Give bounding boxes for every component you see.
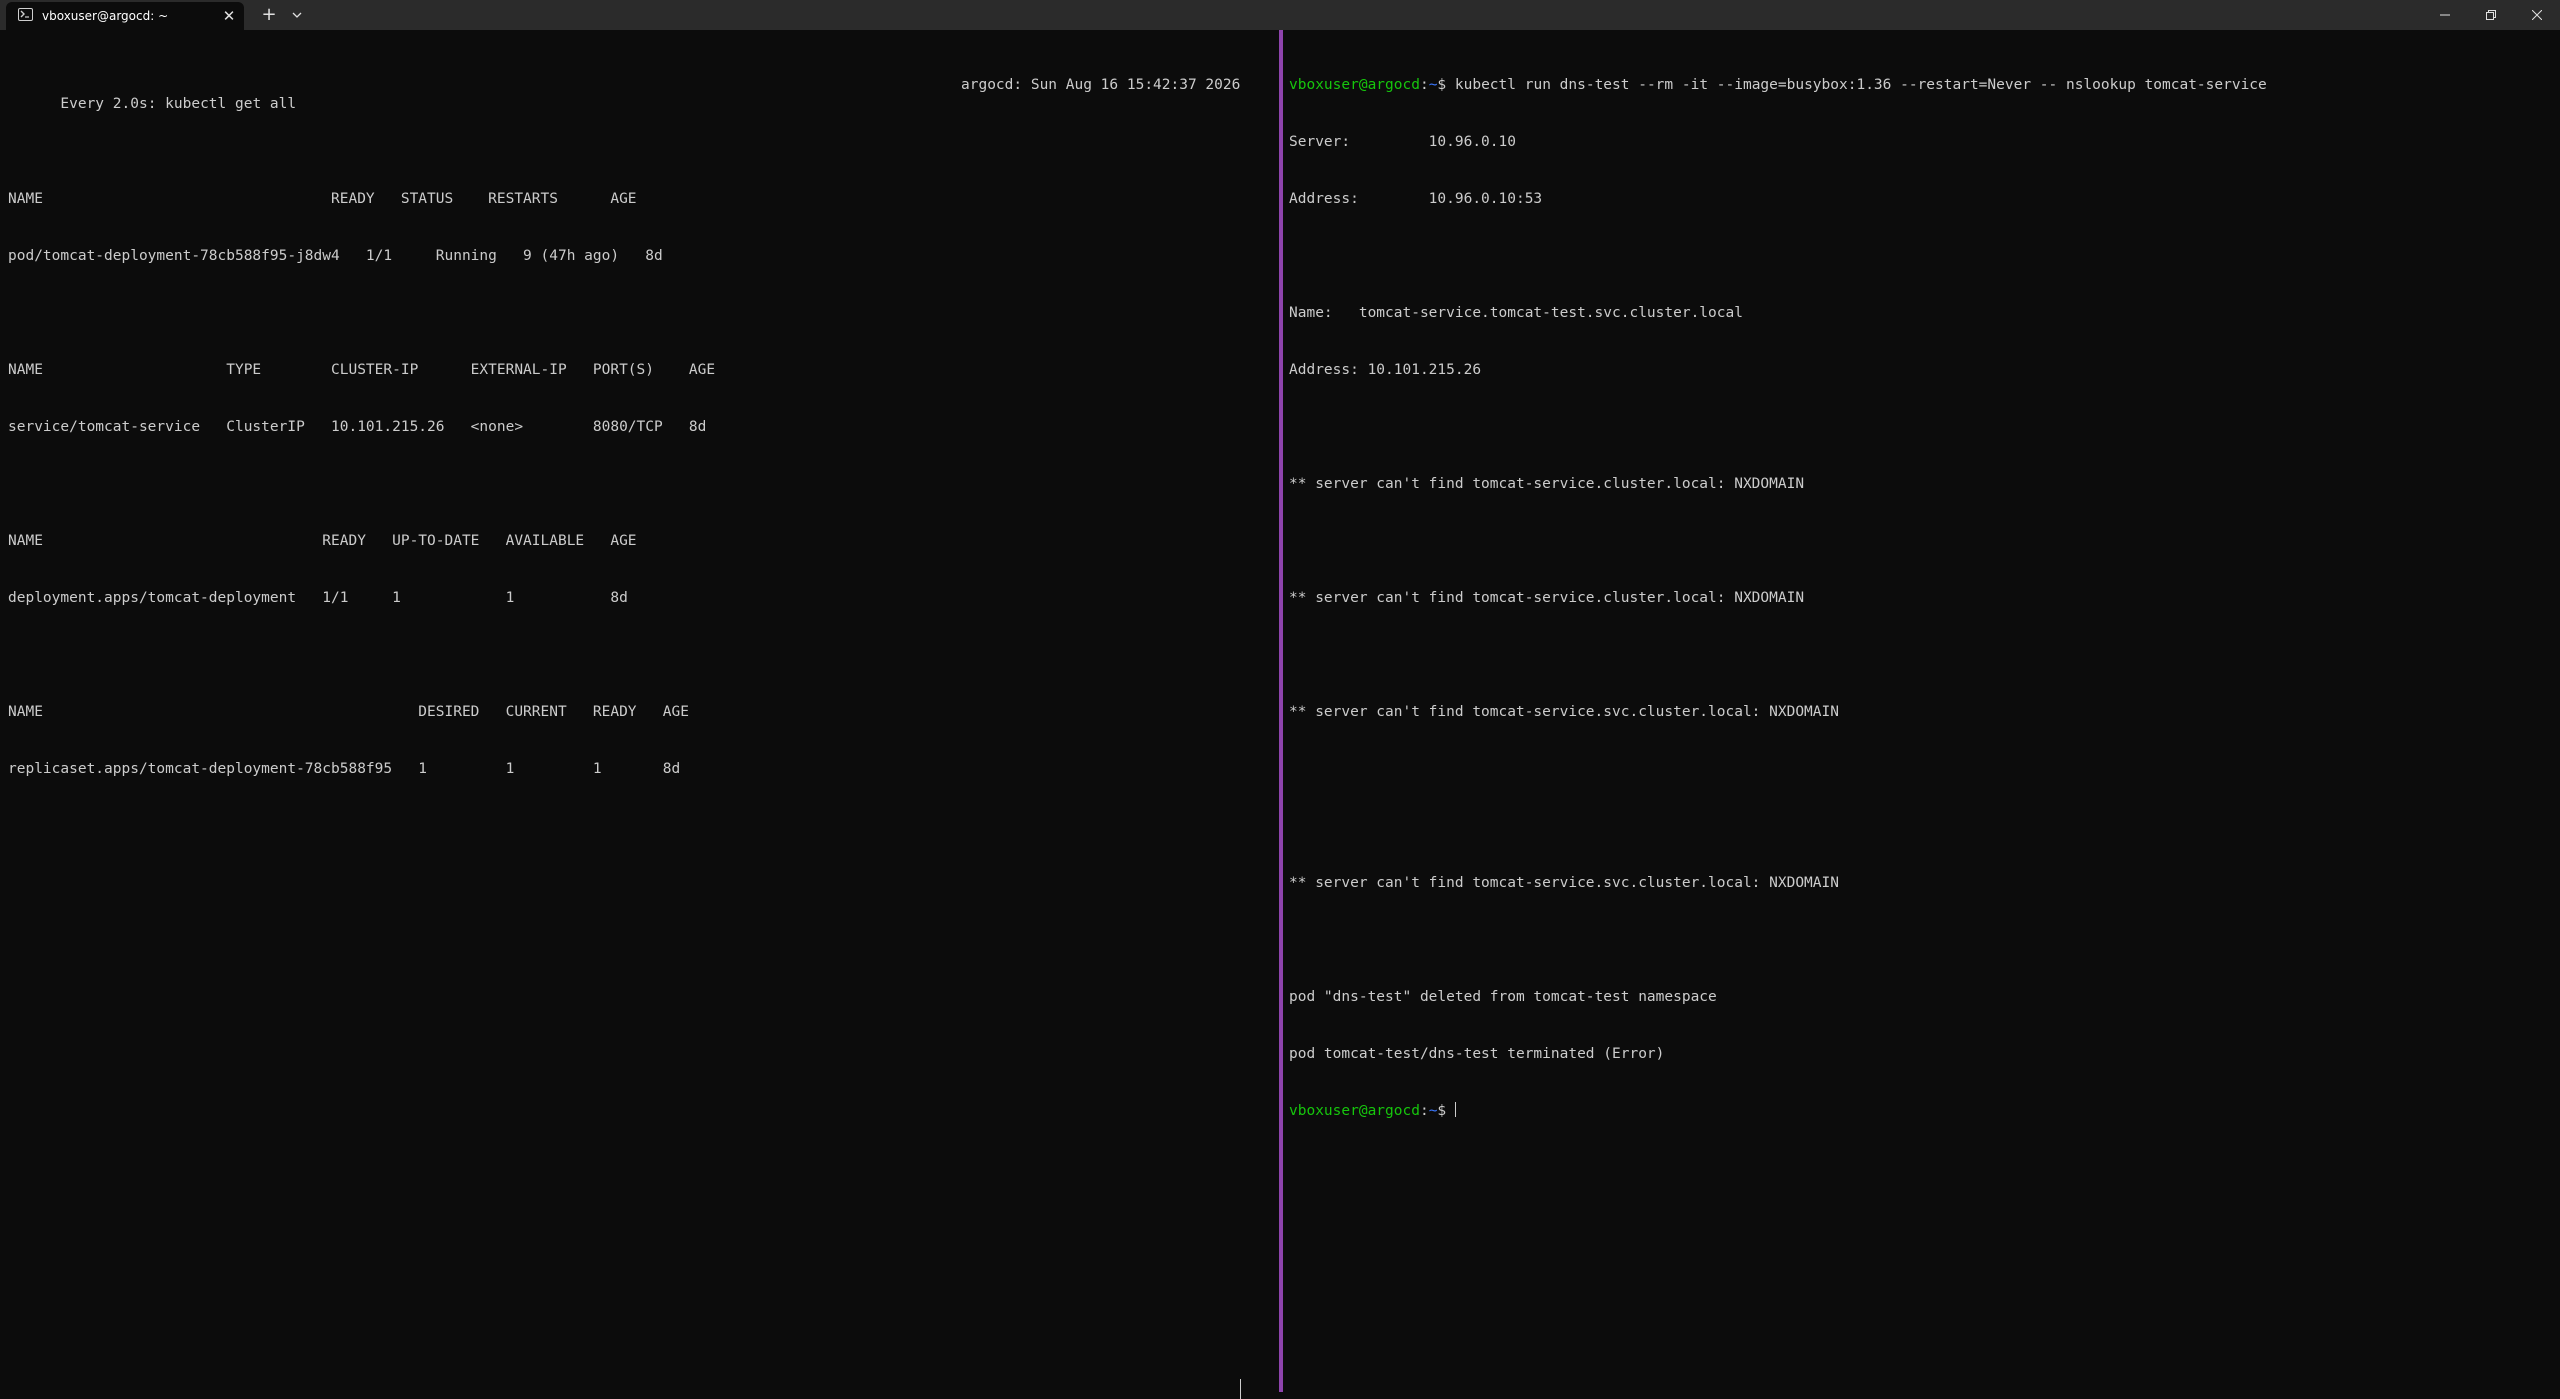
close-tab-icon[interactable]: ✕ — [220, 7, 238, 25]
output-line: Server: 10.96.0.10 — [1289, 134, 1516, 150]
output-line: ** server can't find tomcat-service.svc.… — [1289, 704, 1839, 720]
output-line: deployment.apps/tomcat-deployment 1/1 1 … — [8, 590, 628, 606]
left-terminal-pane[interactable]: Every 2.0s: kubectl get all argocd: Sun … — [0, 30, 1279, 1399]
prompt-symbol: $ — [1437, 77, 1455, 93]
output-line: pod "dns-test" deleted from tomcat-test … — [1289, 989, 1717, 1005]
minimize-button[interactable] — [2422, 0, 2468, 30]
output-line: NAME READY STATUS RESTARTS AGE — [8, 191, 637, 207]
restore-icon — [2486, 10, 2496, 20]
restore-button[interactable] — [2468, 0, 2514, 30]
tab-dropdown-button[interactable] — [286, 4, 308, 26]
output-line: service/tomcat-service ClusterIP 10.101.… — [8, 419, 707, 435]
title-bar[interactable]: vboxuser@argocd: ~ ✕ + — [0, 0, 2560, 30]
output-line: Address: 10.96.0.10:53 — [1289, 191, 1543, 207]
prompt-symbol: $ — [1437, 1103, 1455, 1119]
new-tab-button[interactable]: + — [258, 4, 280, 26]
output-line: NAME TYPE CLUSTER-IP EXTERNAL-IP PORT(S)… — [8, 362, 716, 378]
watch-output: Every 2.0s: kubectl get all argocd: Sun … — [0, 30, 1279, 817]
output-line: ** server can't find tomcat-service.clus… — [1289, 590, 1805, 606]
close-icon — [2532, 10, 2542, 20]
watch-command: Every 2.0s: kubectl get all — [60, 96, 297, 112]
terminal-icon — [18, 8, 33, 21]
window-close-button[interactable] — [2514, 0, 2560, 30]
watch-timestamp: argocd: Sun Aug 16 15:42:37 2026 — [961, 77, 1241, 93]
command-text: kubectl run dns-test --rm -it --image=bu… — [1454, 77, 2267, 93]
output-line: ** server can't find tomcat-service.svc.… — [1289, 875, 1839, 891]
output-line: replicaset.apps/tomcat-deployment-78cb58… — [8, 761, 681, 777]
output-line: pod/tomcat-deployment-78cb588f95-j8dw4 1… — [8, 248, 663, 264]
output-line: Name: tomcat-service.tomcat-test.svc.clu… — [1289, 305, 1743, 321]
output-line: pod tomcat-test/dns-test terminated (Err… — [1289, 1046, 1665, 1062]
mouse-ibeam-cursor — [1240, 1379, 1241, 1399]
command-line: vboxuser@argocd:~$ kubectl run dns-test … — [1289, 76, 2560, 95]
text-cursor — [1454, 1102, 1456, 1117]
output-line: NAME READY UP-TO-DATE AVAILABLE AGE — [8, 533, 637, 549]
prompt-separator: : — [1419, 77, 1429, 93]
watch-header: Every 2.0s: kubectl get all argocd: Sun … — [8, 76, 1279, 112]
right-terminal-pane[interactable]: vboxuser@argocd:~$ kubectl run dns-test … — [1283, 30, 2560, 1392]
prompt-user-host: vboxuser@argocd — [1289, 77, 1420, 93]
chevron-down-icon — [292, 12, 302, 18]
output-line: NAME DESIRED CURRENT READY AGE — [8, 704, 689, 720]
terminal-tab[interactable]: vboxuser@argocd: ~ ✕ — [6, 2, 244, 30]
shell-output: vboxuser@argocd:~$ kubectl run dns-test … — [1283, 30, 2560, 1159]
prompt-user-host: vboxuser@argocd — [1289, 1103, 1420, 1119]
prompt-separator: : — [1419, 1103, 1429, 1119]
output-line: Address: 10.101.215.26 — [1289, 362, 1482, 378]
minimize-icon — [2440, 14, 2450, 16]
tab-title: vboxuser@argocd: ~ — [42, 9, 169, 23]
active-prompt-line[interactable]: vboxuser@argocd:~$ — [1289, 1102, 2560, 1121]
output-line: ** server can't find tomcat-service.clus… — [1289, 476, 1805, 492]
